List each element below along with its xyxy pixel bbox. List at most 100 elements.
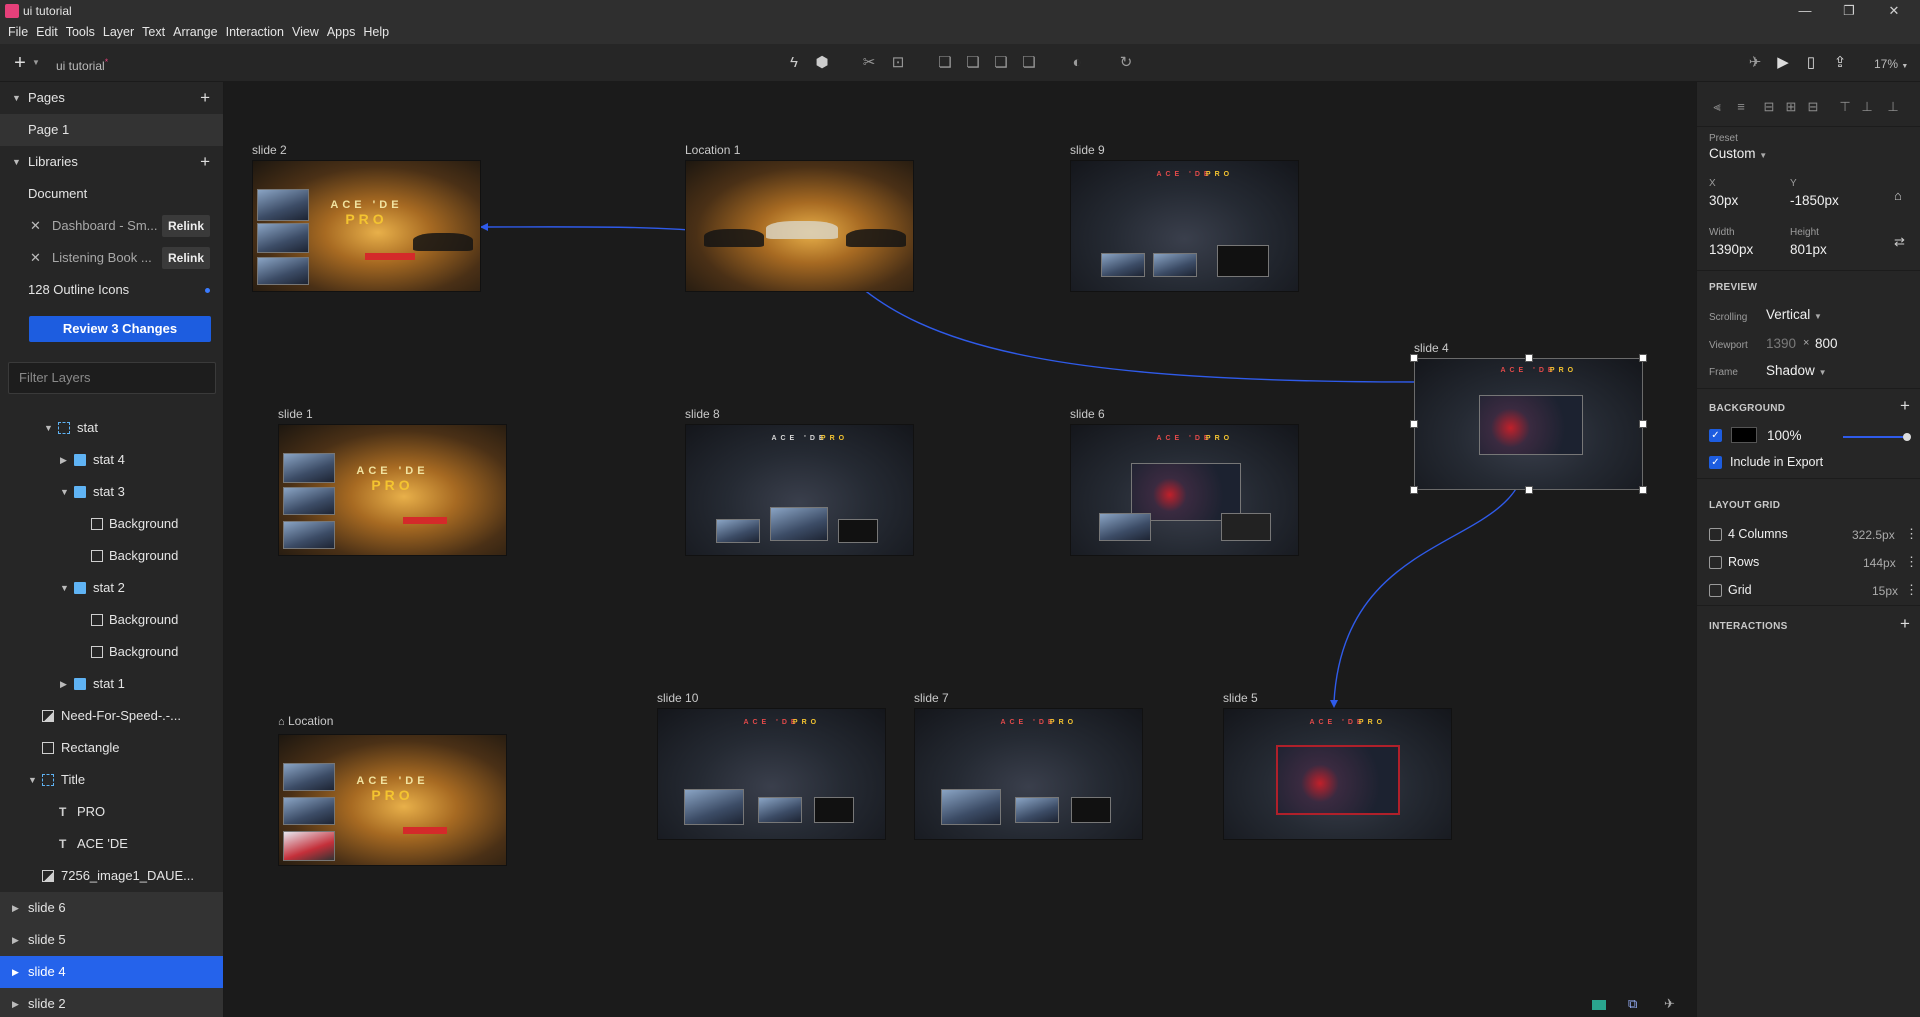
caret-down-icon[interactable]: ▼ xyxy=(12,146,21,178)
bool-add-icon[interactable]: ❏ xyxy=(935,53,955,73)
play-icon[interactable]: ▶ xyxy=(1773,53,1793,73)
layer-row[interactable]: Background xyxy=(0,540,223,572)
layer-row[interactable]: ▼ stat xyxy=(0,412,223,444)
library-item[interactable]: ✕ Dashboard - Sm... Relink xyxy=(0,210,223,242)
resize-handle[interactable] xyxy=(1639,420,1647,428)
artboard-location[interactable]: ACE 'DE PRO xyxy=(278,734,507,866)
pages-header[interactable]: ▼ Pages + xyxy=(0,82,223,114)
caret-right-icon[interactable]: ▶ xyxy=(60,668,67,700)
layer-row[interactable]: Need-For-Speed-.-... xyxy=(0,700,223,732)
remove-icon[interactable]: ✕ xyxy=(30,242,41,274)
artboard-slide-5[interactable]: ACE 'DE PRO xyxy=(1223,708,1452,840)
artboard-name[interactable]: slide 4 xyxy=(1414,341,1449,355)
more-icon[interactable]: ⋮ xyxy=(1905,582,1918,598)
relink-button[interactable]: Relink xyxy=(161,247,210,269)
library-document[interactable]: Document xyxy=(0,178,223,210)
artboard-name[interactable]: slide 2 xyxy=(252,143,287,157)
resize-handle[interactable] xyxy=(1639,354,1647,362)
grid-rows-value[interactable]: 144px xyxy=(1863,556,1896,570)
menu-tools[interactable]: Tools xyxy=(62,22,99,42)
frame-dropdown[interactable]: Shadow ▼ xyxy=(1766,363,1826,378)
artboard-row-selected[interactable]: ▶ slide 4 xyxy=(0,956,223,988)
scrolling-dropdown[interactable]: Vertical ▼ xyxy=(1766,307,1822,322)
menu-text[interactable]: Text xyxy=(138,22,169,42)
scissors-icon[interactable]: ✂ xyxy=(859,53,879,73)
layer-row[interactable]: ▼ stat 2 xyxy=(0,572,223,604)
caret-down-icon[interactable]: ▼ xyxy=(60,476,69,508)
artboard-row[interactable]: ▶ slide 5 xyxy=(0,924,223,956)
caret-down-icon[interactable]: ▼ xyxy=(60,572,69,604)
device-preview-icon[interactable]: ▯ xyxy=(1801,53,1821,73)
layer-row[interactable]: ▶ stat 1 xyxy=(0,668,223,700)
swap-dimensions-icon[interactable]: ⇄ xyxy=(1894,234,1905,250)
artboard-slide-10[interactable]: ACE 'DE PRO xyxy=(657,708,886,840)
grid-rows-checkbox[interactable] xyxy=(1709,556,1722,569)
menu-edit[interactable]: Edit xyxy=(32,22,62,42)
align-bottom-icon[interactable]: ⊥ xyxy=(1885,100,1901,114)
close-icon[interactable]: ✕ xyxy=(1879,2,1909,20)
include-export-checkbox[interactable]: ✓ xyxy=(1709,456,1722,469)
bool-intersect-icon[interactable]: ❏ xyxy=(991,53,1011,73)
artboard-slide-4[interactable]: ACE 'DE PRO xyxy=(1414,358,1643,490)
align-center-icon[interactable]: ⊞ xyxy=(1783,100,1799,114)
artboard-name[interactable]: Location 1 xyxy=(685,143,740,157)
artboard-name[interactable]: slide 6 xyxy=(1070,407,1105,421)
layer-row[interactable]: ▼ Title xyxy=(0,764,223,796)
add-background-icon[interactable]: + xyxy=(1900,396,1910,416)
layer-row[interactable]: ▼ stat 3 xyxy=(0,476,223,508)
caret-down-icon[interactable]: ▼ xyxy=(12,82,21,114)
layer-row[interactable]: T PRO xyxy=(0,796,223,828)
align-right-icon[interactable]: ⊟ xyxy=(1805,100,1821,114)
artboard-slide-9[interactable]: ACE 'DE PRO xyxy=(1070,160,1299,292)
layer-row[interactable]: Background xyxy=(0,508,223,540)
artboard-slide-1[interactable]: ACE 'DE PRO xyxy=(278,424,507,556)
distribute-h-icon[interactable]: ⊟ xyxy=(1761,100,1777,114)
resize-handle[interactable] xyxy=(1525,486,1533,494)
caret-right-icon[interactable]: ▶ xyxy=(12,924,19,956)
artboard-row[interactable]: ▶ slide 2 xyxy=(0,988,223,1017)
repeat-grid-icon[interactable]: ↻ xyxy=(1116,53,1136,73)
x-field[interactable]: 30px xyxy=(1709,193,1738,208)
opacity-slider-track[interactable] xyxy=(1843,436,1907,438)
share-icon[interactable]: ⇪ xyxy=(1830,53,1850,73)
lock-icon[interactable]: ⌂ xyxy=(1894,188,1902,203)
align-left-icon[interactable]: ⫷ xyxy=(1709,100,1725,114)
menu-help[interactable]: Help xyxy=(359,22,393,42)
menu-interaction[interactable]: Interaction xyxy=(222,22,288,42)
mode-design-icon[interactable] xyxy=(1592,1000,1606,1010)
mask-icon[interactable]: ◐ xyxy=(1067,53,1087,73)
document-title[interactable]: ui tutorial* xyxy=(56,57,108,73)
menu-apps[interactable]: Apps xyxy=(323,22,360,42)
background-checkbox[interactable]: ✓ xyxy=(1709,429,1722,442)
artboard-slide-7[interactable]: ACE 'DE PRO xyxy=(914,708,1143,840)
menu-layer[interactable]: Layer xyxy=(99,22,138,42)
add-library-icon[interactable]: + xyxy=(200,146,210,178)
bool-exclude-icon[interactable]: ❏ xyxy=(1019,53,1039,73)
lightning-icon[interactable]: ϟ xyxy=(784,53,804,73)
artboard-name[interactable]: slide 7 xyxy=(914,691,949,705)
align-top-icon[interactable]: ⊤ xyxy=(1837,100,1853,114)
design-canvas[interactable]: slide 2 ACE 'DE PRO Location 1 slide 9 A… xyxy=(224,82,1696,1017)
align-middle-icon[interactable]: ⊥ xyxy=(1859,100,1875,114)
layer-row[interactable]: Rectangle xyxy=(0,732,223,764)
restore-icon[interactable]: ❐ xyxy=(1834,2,1864,20)
layer-row[interactable]: 7256_image1_DAUE... xyxy=(0,860,223,892)
add-page-icon[interactable]: + xyxy=(200,82,210,114)
artboard-name[interactable]: slide 10 xyxy=(657,691,698,705)
artboard-name[interactable]: slide 9 xyxy=(1070,143,1105,157)
layer-row[interactable]: Background xyxy=(0,604,223,636)
review-changes-button[interactable]: Review 3 Changes xyxy=(29,316,211,342)
width-field[interactable]: 1390px xyxy=(1709,242,1753,257)
align-center-h-icon[interactable]: ≡ xyxy=(1733,100,1749,114)
crop-icon[interactable]: ⊡ xyxy=(888,53,908,73)
relink-button[interactable]: Relink xyxy=(161,215,210,237)
artboard-slide-6[interactable]: ACE 'DE PRO xyxy=(1070,424,1299,556)
component-icon[interactable]: ⬢ xyxy=(812,53,832,73)
page-item[interactable]: Page 1 xyxy=(0,114,223,146)
libraries-header[interactable]: ▼ Libraries + xyxy=(0,146,223,178)
plugin-icon[interactable]: ✈ xyxy=(1745,53,1765,73)
resize-handle[interactable] xyxy=(1639,486,1647,494)
minimize-icon[interactable]: — xyxy=(1790,2,1820,20)
layer-row[interactable]: Background xyxy=(0,636,223,668)
artboard-slide-8[interactable]: ACE 'DE PRO xyxy=(685,424,914,556)
